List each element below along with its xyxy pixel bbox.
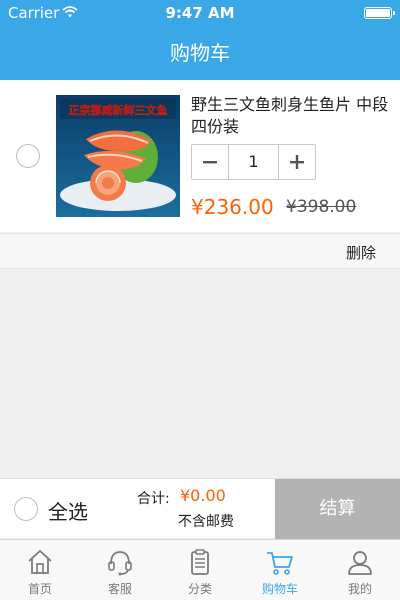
product-name[interactable]: 野生三文鱼刺身生鱼片 中段 四份装 [191, 94, 391, 138]
clock-time: 9:47 AM [165, 4, 235, 22]
quantity-stepper: 1 [191, 144, 316, 180]
shipping-note: 不含邮费 [178, 514, 234, 530]
plus-icon [290, 155, 304, 169]
battery-icon [364, 7, 395, 19]
select-all-checkbox[interactable] [14, 497, 38, 521]
item-actions-row: 删除 [0, 233, 400, 269]
tab-home[interactable]: 首页 [0, 540, 80, 600]
tab-service[interactable]: 客服 [80, 540, 160, 600]
checkout-button[interactable]: 结算 [275, 479, 400, 539]
tab-profile[interactable]: 我的 [320, 540, 400, 600]
total-label: 合计: [137, 491, 170, 507]
checkout-bar: 全选 合计: ¥0.00 不含邮费 结算 [0, 478, 400, 539]
quantity-field[interactable]: 1 [228, 145, 279, 179]
tab-label: 客服 [107, 582, 132, 596]
clipboard-icon [191, 549, 209, 575]
headset-icon [108, 551, 132, 576]
select-all-label[interactable]: 全选 [48, 496, 88, 525]
page-title: 购物车 [170, 41, 230, 65]
tab-label: 我的 [347, 582, 372, 596]
image-banner-text: 正宗挪威新鲜三文鱼 [69, 103, 168, 117]
tab-cart[interactable]: 购物车 [240, 540, 320, 600]
item-original-price: ¥398.00 [286, 197, 357, 217]
tab-bar: 首页 客服 分类 购物车 我的 [0, 539, 400, 600]
home-icon [28, 550, 52, 574]
salmon-sashimi-picture: 正宗挪威新鲜三文鱼 [56, 95, 180, 217]
tab-label: 分类 [187, 582, 212, 596]
item-select-checkbox[interactable] [16, 144, 40, 168]
status-bar: Carrier 9:47 AM [0, 0, 400, 26]
minus-icon [203, 161, 217, 164]
tab-category[interactable]: 分类 [160, 540, 240, 600]
nav-bar: 购物车 [0, 26, 400, 80]
item-price: ¥236.00 [191, 195, 274, 219]
cart-item: 正宗挪威新鲜三文鱼 野生三文鱼刺身生鱼片 中段 四份装 1 ¥236.00 ¥3… [0, 80, 400, 232]
delete-button[interactable]: 删除 [346, 242, 376, 263]
product-image[interactable]: 正宗挪威新鲜三文鱼 [56, 95, 180, 217]
increase-button[interactable] [279, 145, 315, 179]
tab-label: 首页 [27, 582, 52, 596]
decrease-button[interactable] [192, 145, 228, 179]
tab-label: 购物车 [261, 582, 298, 596]
cart-icon [267, 552, 293, 575]
user-icon [348, 551, 372, 575]
total-value: ¥0.00 [180, 486, 226, 505]
